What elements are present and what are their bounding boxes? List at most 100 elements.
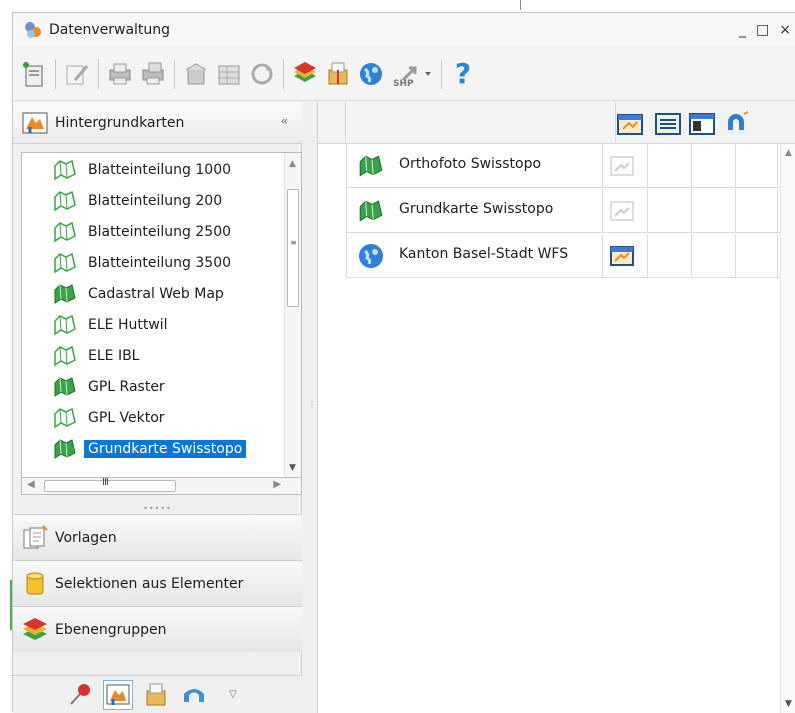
h-scrollbar-thumb[interactable] [44,480,176,492]
collapse-panel-button[interactable]: « [281,114,288,128]
list-item[interactable]: GPL Vektor [22,404,169,432]
new-document-icon [23,61,43,86]
export-icon [185,62,207,84]
edit-button[interactable] [62,57,92,91]
list-item-label: Cadastral Web Map [88,286,224,302]
map-green-icon [52,436,78,462]
package-tab[interactable] [141,680,171,710]
add-layer-button[interactable] [290,57,320,91]
minimize-button[interactable]: _ [739,22,746,38]
print-setup-button[interactable] [138,57,168,91]
table-row[interactable]: Orthofoto Swisstopo [346,144,786,188]
scroll-up-arrow[interactable]: ▲ [289,159,296,169]
list-item[interactable]: ELE IBL [22,342,143,370]
background-maps-icon [22,112,48,133]
list-view-icon[interactable] [654,110,682,138]
list-vertical-scrollbar[interactable]: ▲ ≡ ▼ [284,153,301,477]
grid-cell-divider [777,144,778,188]
grid-cell-divider [647,144,648,188]
properties-icon[interactable] [609,153,635,179]
table-export-icon [218,65,240,84]
top-edge-marker [520,0,521,10]
background-maps-header[interactable]: Hintergrundkarten « [13,102,302,144]
background-maps-icon [106,684,130,705]
map-outline-icon [52,312,78,338]
row-label: Orthofoto Swisstopo [399,156,542,172]
export-button[interactable] [181,57,211,91]
section-layer-groups[interactable]: Ebenengruppen [13,606,302,652]
section-label: Vorlagen [55,529,117,546]
map-outline-icon [52,157,78,183]
scroll-right-arrow[interactable]: ▶ [273,479,281,490]
scroll-down-arrow[interactable]: ▼ [785,699,792,709]
list-item[interactable]: Cadastral Web Map [22,280,228,308]
section-selections[interactable]: Selektionen aus Elementer [13,560,302,606]
list-item-label: ELE Huttwil [88,317,168,333]
print-setup-icon [142,62,164,84]
globe-icon [357,242,385,270]
map-green-icon [52,374,78,400]
table-row[interactable]: Grundkarte Swisstopo [346,189,786,233]
more-tabs-dropdown[interactable]: ▽ [223,680,243,710]
globe-button[interactable] [356,57,386,91]
close-button[interactable]: × [779,22,791,38]
new-document-button[interactable] [19,57,49,91]
vertical-splitter[interactable]: ⋮ [302,102,318,713]
window-view-icon[interactable] [688,110,716,138]
left-panel: Hintergrundkarten « Blatteinteilung 1000… [13,102,302,713]
list-item[interactable]: Blatteinteilung 200 [22,187,226,215]
row-label: Grundkarte Swisstopo [399,201,554,217]
background-maps-list: Blatteinteilung 1000 Blatteinteilung 200 B… [21,152,302,478]
toolbar-separator [98,58,99,89]
templates-icon [23,524,48,548]
section-templates[interactable]: Vorlagen [13,514,302,560]
magnet-icon[interactable] [722,110,750,138]
section-label: Ebenengruppen [55,621,167,638]
grid-cell-divider [735,144,736,188]
list-item-label: Blatteinteilung 1000 [88,162,232,178]
scroll-down-arrow[interactable]: ▼ [289,463,296,473]
add-layer-icon [294,61,316,82]
list-item[interactable]: ELE Huttwil [22,311,172,339]
list-item[interactable]: GPL Raster [22,373,169,401]
help-button[interactable]: ? [448,57,478,91]
scroll-up-arrow[interactable]: ▲ [785,148,792,158]
package-button[interactable] [323,57,353,91]
title-bar: Datenverwaltung _ □ × [13,13,795,47]
table-row[interactable]: Kanton Basel-Stadt WFS [346,234,786,278]
properties-icon[interactable] [616,110,644,138]
refresh-button[interactable] [247,57,277,91]
scrollbar-thumb[interactable] [287,189,299,307]
refresh-icon [251,63,273,84]
print-button[interactable] [105,57,135,91]
properties-icon[interactable] [609,198,635,224]
header-cell [346,102,616,144]
list-horizontal-scrollbar[interactable]: ◀ III ▶ [21,477,302,495]
grid-cell-divider [691,144,692,188]
pin-button[interactable] [65,680,95,710]
list-item[interactable]: Blatteinteilung 2500 [22,218,235,246]
connection-tab[interactable] [179,680,209,710]
list-item-label: Blatteinteilung 3500 [88,255,232,271]
panel-splitter[interactable]: ••••• [13,502,302,514]
list-item[interactable]: Blatteinteilung 3500 [22,249,235,277]
shp-import-button[interactable]: SHP [389,57,435,91]
scroll-left-arrow[interactable]: ◀ [27,479,35,490]
scrollbar-grip: ≡ [290,238,297,247]
grid-cell-divider [691,189,692,233]
table-export-button[interactable] [214,57,244,91]
grid-vertical-scrollbar[interactable]: ▲ ▼ [780,144,795,713]
layer-groups-icon [23,617,47,640]
list-item[interactable]: Blatteinteilung 1000 [22,156,235,184]
toolbar-separator [55,58,56,89]
properties-icon[interactable] [609,243,635,269]
grid-cell-divider [602,144,603,188]
maximize-button[interactable]: □ [756,22,769,38]
splitter-grip: ⋮ [308,400,316,409]
section-label: Selektionen aus Elementer [55,575,244,592]
list-item-label: Blatteinteilung 2500 [88,224,232,240]
grid-cell-divider [602,234,603,278]
list-item[interactable]: Grundkarte Swisstopo [22,435,247,463]
grid-cell-divider [735,189,736,233]
background-maps-tab[interactable] [103,679,133,710]
